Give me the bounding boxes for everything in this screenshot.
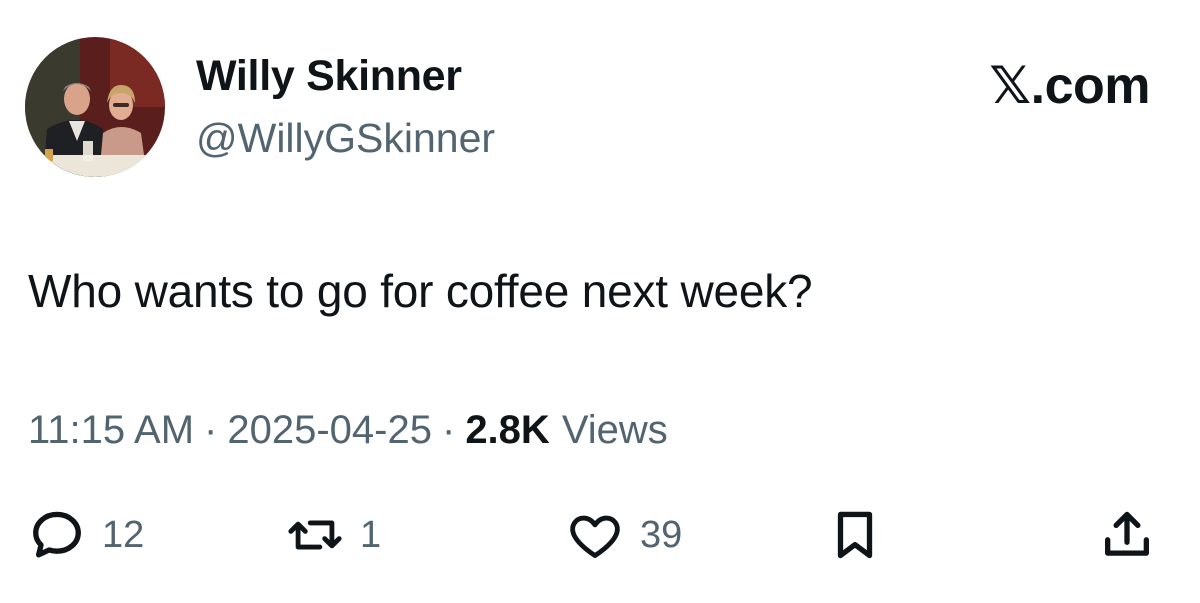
bookmark-icon <box>837 511 873 559</box>
like-count: 39 <box>640 513 683 556</box>
views-label: Views <box>561 408 668 452</box>
reply-icon <box>33 511 81 558</box>
meta-separator: · <box>204 408 218 452</box>
tweet-meta: 11:15 AM · 2025-04-25 · 2.8K Views <box>28 408 668 453</box>
retweet-button[interactable]: 1 <box>286 500 381 570</box>
share-icon <box>1105 511 1149 556</box>
bookmark-button[interactable] <box>826 500 884 570</box>
x-logo-text: 𝕏.com <box>989 57 1150 115</box>
reply-button[interactable]: 12 <box>28 500 144 570</box>
avatar[interactable] <box>25 37 165 177</box>
retweet-count: 1 <box>360 513 382 556</box>
reply-count: 12 <box>102 513 145 556</box>
retweet-icon <box>288 520 342 550</box>
tweet-time[interactable]: 11:15 AM <box>28 408 194 453</box>
avatar-photo <box>25 37 165 177</box>
meta-separator: · <box>441 408 456 452</box>
action-bar: 12 1 39 <box>0 500 1200 580</box>
tweet-text: Who wants to go for coffee next week? <box>28 265 813 317</box>
author-display-name[interactable]: Willy Skinner <box>196 52 462 101</box>
tweet-date[interactable]: 2025-04-25 <box>227 408 432 453</box>
share-button[interactable] <box>1098 500 1156 570</box>
like-button[interactable]: 39 <box>566 500 682 570</box>
heart-icon <box>570 515 620 558</box>
author-handle[interactable]: @WillyGSkinner <box>196 115 495 162</box>
tweet-card: Willy Skinner @WillyGSkinner 𝕏.com Who w… <box>0 0 1200 603</box>
views-count: 2.8K <box>465 408 550 452</box>
